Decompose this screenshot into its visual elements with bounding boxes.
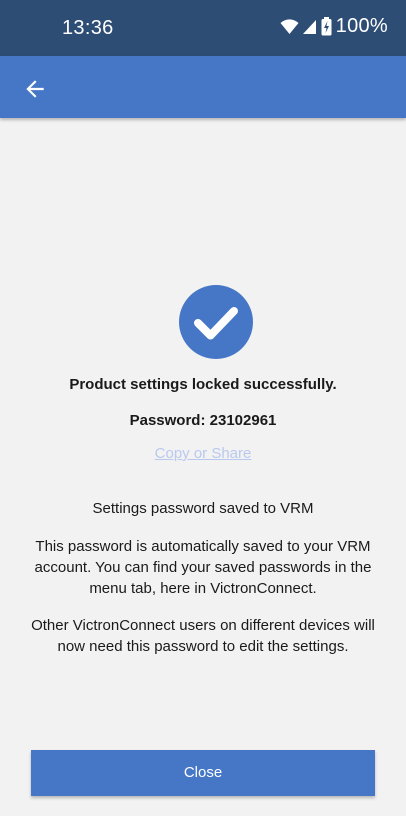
wifi-icon [280,18,299,35]
saved-to-vrm-heading: Settings password saved to VRM [92,500,314,517]
copy-or-share-link[interactable]: Copy or Share [0,445,406,462]
battery-icon [321,17,332,36]
status-bar: 13:36 100% [0,0,406,56]
signal-icon [302,19,317,35]
success-title: Product settings locked successfully. [69,376,337,393]
app-bar [0,56,406,118]
check-circle-icon [178,284,254,360]
password-label: Password: 23102961 [129,412,277,429]
status-icons: 100% [280,15,388,38]
close-button[interactable]: Close [31,750,375,796]
back-button[interactable] [22,76,48,102]
battery-percent: 100% [335,15,388,37]
main-content [0,118,406,816]
info-paragraph-other-users: Other VictronConnect users on different … [31,617,375,655]
info-paragraph-vrm: This password is automatically saved to … [34,538,372,597]
arrow-left-icon [22,76,48,102]
status-time: 13:36 [62,17,114,39]
